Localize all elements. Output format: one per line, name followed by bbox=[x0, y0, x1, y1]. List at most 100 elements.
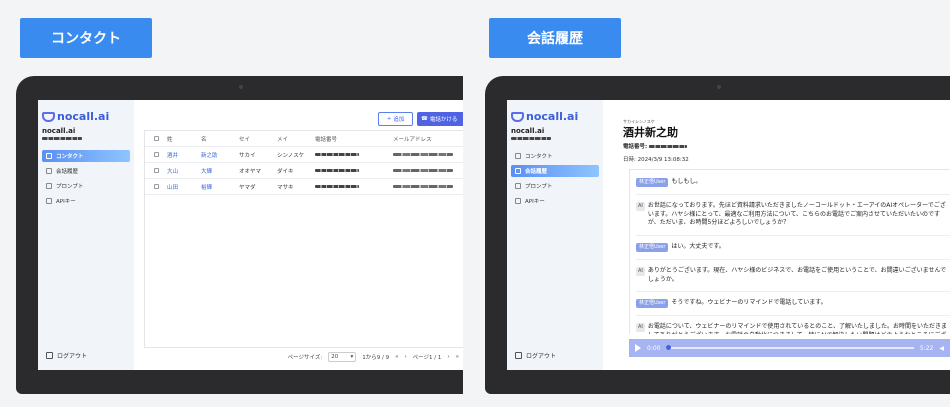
masked-email bbox=[393, 152, 453, 156]
column-header[interactable]: セイ bbox=[239, 135, 277, 143]
logo: nocall.ai bbox=[42, 110, 109, 123]
seek-bar[interactable] bbox=[666, 345, 914, 350]
total-time: 5:22 bbox=[919, 344, 934, 352]
list-item: 林正悟User もしもし。 bbox=[636, 176, 950, 195]
prev-page-icon[interactable]: ‹ bbox=[404, 354, 406, 360]
chat-icon bbox=[46, 168, 52, 174]
column-header[interactable]: メールアドレス bbox=[393, 135, 463, 143]
sidebar-item-label: コンタクト bbox=[525, 154, 553, 160]
org-id-masked bbox=[511, 137, 551, 140]
device-frame-right: nocall.ai nocall.ai コンタクト 会話履歴 プロンプト API… bbox=[485, 76, 950, 394]
message-text: そうですね。ウェビナーのリマインドで電話しています。 bbox=[671, 299, 827, 307]
column-header[interactable]: 電話番号 bbox=[315, 135, 393, 143]
masked-phone bbox=[315, 184, 359, 188]
org-id-masked bbox=[42, 137, 82, 140]
chevron-down-icon: ▾ bbox=[350, 354, 354, 360]
logout-button[interactable]: ログアウト bbox=[515, 351, 556, 360]
phone-line: 電話番号: bbox=[623, 142, 688, 150]
list-item: 林正悟User はい。大丈夫です。 bbox=[636, 241, 950, 261]
edit-icon bbox=[46, 183, 52, 189]
sidebar-item-prompt[interactable]: プロンプト bbox=[511, 180, 599, 192]
sidebar-item-prompt[interactable]: プロンプト bbox=[42, 180, 130, 192]
edit-icon bbox=[515, 183, 521, 189]
logo-icon bbox=[42, 111, 55, 122]
sidebar-item-apikey[interactable]: APIキー bbox=[511, 195, 599, 207]
call-datetime: 日時: 2024/3/9 13:08:32 bbox=[623, 157, 689, 163]
logo-icon bbox=[511, 111, 524, 122]
logout-button[interactable]: ログアウト bbox=[46, 351, 87, 360]
masked-email bbox=[393, 184, 453, 188]
next-page-icon[interactable]: › bbox=[447, 354, 449, 360]
masked-email bbox=[393, 168, 453, 172]
sidebar-item-apikey[interactable]: APIキー bbox=[42, 195, 130, 207]
sidebar-item-label: プロンプト bbox=[56, 184, 84, 190]
masked-phone bbox=[315, 152, 359, 156]
cell-sei-kana: オオヤマ bbox=[239, 168, 262, 175]
row-checkbox[interactable] bbox=[153, 152, 159, 157]
sidebar-item-label: コンタクト bbox=[56, 154, 84, 160]
cell-mei[interactable]: 新之助 bbox=[201, 151, 239, 159]
cell-mei-kana: マサキ bbox=[277, 184, 294, 191]
cell-sei[interactable]: 大山 bbox=[167, 167, 201, 175]
logo: nocall.ai bbox=[511, 110, 578, 123]
sidebar-item-history[interactable]: 会話履歴 bbox=[42, 165, 130, 177]
cell-sei[interactable]: 山田 bbox=[167, 183, 201, 191]
select-all-checkbox[interactable] bbox=[153, 136, 159, 141]
cell-mei[interactable]: 大輝 bbox=[201, 167, 239, 175]
first-page-icon[interactable]: « bbox=[395, 354, 398, 360]
column-header[interactable]: メイ bbox=[277, 135, 315, 143]
history-screen: nocall.ai nocall.ai コンタクト 会話履歴 プロンプト API… bbox=[507, 100, 950, 370]
current-time: 0:00 bbox=[647, 344, 661, 352]
sidebar-nav: コンタクト 会話履歴 プロンプト APIキー bbox=[42, 150, 130, 210]
row-checkbox[interactable] bbox=[153, 184, 159, 189]
list-item: AI ありがとうございます。現在、ハヤシ様のビジネスで、お電話をご使用ということで… bbox=[636, 265, 950, 293]
contact-name: 酒井新之助 bbox=[623, 126, 678, 139]
logout-icon bbox=[515, 352, 522, 359]
call-button[interactable]: ☎ 電話かける bbox=[417, 112, 463, 126]
page-size-select[interactable]: 20 ▾ bbox=[328, 352, 357, 362]
message-text: はい。大丈夫です。 bbox=[671, 243, 725, 251]
table-row[interactable]: 大山 大輝 オオヤマ ダイキ bbox=[145, 163, 463, 179]
sidebar-item-label: APIキー bbox=[525, 199, 545, 205]
add-button[interactable]: + 追加 bbox=[378, 112, 413, 126]
contact-badge: コンタクト bbox=[20, 18, 152, 58]
cell-mei[interactable]: 裕輝 bbox=[201, 183, 239, 191]
cell-sei-kana: ヤマダ bbox=[239, 184, 256, 191]
cell-sei[interactable]: 酒井 bbox=[167, 151, 201, 159]
seek-handle[interactable] bbox=[666, 345, 672, 350]
user-icon bbox=[46, 153, 52, 159]
table-row[interactable]: 酒井 新之助 サカイ シンノスケ bbox=[145, 147, 463, 163]
cell-mei-kana: シンノスケ bbox=[277, 152, 305, 159]
sidebar: nocall.ai nocall.ai コンタクト 会話履歴 プロンプト API… bbox=[507, 100, 603, 370]
page-range: 1から9 / 9 bbox=[362, 355, 390, 361]
chat-icon bbox=[515, 168, 521, 174]
volume-icon[interactable]: ◀ bbox=[939, 345, 944, 352]
masked-phone bbox=[315, 168, 359, 172]
cell-sei-kana: サカイ bbox=[239, 152, 256, 159]
column-header[interactable]: 名 bbox=[201, 135, 239, 143]
camera-dot bbox=[239, 85, 243, 89]
sidebar-item-history[interactable]: 会話履歴 bbox=[511, 165, 599, 177]
plus-icon: + bbox=[386, 116, 392, 122]
logout-icon bbox=[46, 352, 53, 359]
table-row[interactable]: 山田 裕輝 ヤマダ マサキ bbox=[145, 179, 463, 195]
speaker-tag: 林正悟User bbox=[636, 178, 669, 187]
pagination: ページサイズ: 20 ▾ 1から9 / 9 « ‹ ページ1 / 1 › » bbox=[144, 352, 463, 362]
list-item: 林正悟User そうですね。ウェビナーのリマインドで電話しています。 bbox=[636, 297, 950, 317]
sidebar-item-contacts[interactable]: コンタクト bbox=[511, 150, 599, 162]
audio-player: 0:00 5:22 ◀ bbox=[629, 339, 950, 357]
last-page-icon[interactable]: » bbox=[456, 354, 459, 360]
sidebar-item-contacts[interactable]: コンタクト bbox=[42, 150, 130, 162]
message-text: ありがとうございます。現在、ハヤシ様のビジネスで、お電話をご使用ということで、お… bbox=[647, 267, 947, 283]
transcript: 林正悟User もしもし。 AI お世話になっております。先ほど資料請求いただきまし… bbox=[629, 169, 950, 334]
conversation-detail: サカイシンノスケ 酒井新之助 電話番号: 日時: 2024/3/9 13:08:… bbox=[611, 100, 950, 370]
org-name: nocall.ai bbox=[511, 127, 545, 135]
device-frame-left: nocall.ai nocall.ai コンタクト 会話履歴 プロンプト API… bbox=[16, 76, 463, 394]
column-header[interactable]: 姓 bbox=[167, 135, 201, 143]
sidebar-item-label: 会話履歴 bbox=[525, 169, 548, 175]
row-checkbox[interactable] bbox=[153, 168, 159, 173]
sidebar-nav: コンタクト 会話履歴 プロンプト APIキー bbox=[511, 150, 599, 210]
message-text: もしもし。 bbox=[671, 178, 702, 185]
play-icon[interactable] bbox=[635, 344, 641, 352]
speaker-tag: AI bbox=[636, 267, 645, 277]
